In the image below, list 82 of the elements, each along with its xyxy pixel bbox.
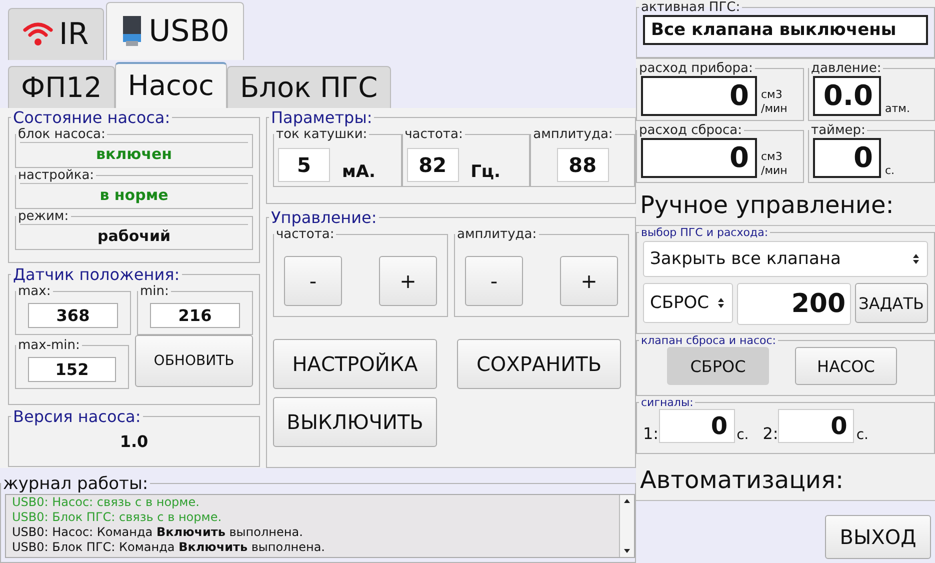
exit-button[interactable]: ВЫХОД	[825, 515, 931, 559]
section-title: Состояние насоса:	[12, 108, 172, 127]
target-dropdown[interactable]: СБРОС	[643, 283, 733, 323]
value-field: 216	[150, 302, 240, 328]
section-title: Ручное управление:	[636, 185, 935, 226]
toggle-button[interactable]: СБРОС	[667, 347, 769, 385]
reading-field: 0	[641, 76, 757, 116]
field-label: клапан сброса и насос:	[640, 334, 777, 347]
unit-label: с.	[885, 164, 896, 178]
status-value: рабочий	[20, 224, 248, 247]
field-label: ток катушки:	[275, 126, 368, 142]
value-field: 82	[406, 148, 459, 182]
status-value: в норме	[20, 182, 248, 206]
flow-input[interactable]: 200	[737, 283, 851, 325]
action-button[interactable]: НАСТРОЙКА	[273, 338, 437, 389]
unit-label: см3 /мин	[761, 150, 788, 178]
action-button[interactable]: СОХРАНИТЬ	[457, 338, 621, 389]
scrollbar[interactable]	[619, 494, 634, 557]
field-label: max:	[17, 284, 52, 299]
field-label: таймер:	[810, 123, 866, 138]
field-label: расход сброса:	[638, 123, 743, 138]
field-label: сигналы:	[640, 396, 694, 409]
field-label: выбор ПГС и расхода:	[640, 226, 770, 239]
field-label: настройка:	[17, 168, 96, 183]
unit-label: атм.	[885, 102, 911, 116]
wifi-icon	[23, 21, 53, 48]
log-line: USB0: Насос: связь с в норме.	[11, 494, 200, 510]
increase-button[interactable]: +	[379, 256, 437, 306]
active-gas-field: Все клапана выключены	[643, 15, 928, 45]
reading-field: 0.0	[813, 76, 881, 116]
value-field: 152	[28, 356, 116, 382]
increase-button[interactable]: +	[560, 256, 618, 306]
section-title: Параметры:	[270, 108, 374, 127]
field-label: давление:	[810, 61, 882, 76]
field-label: расход прибора:	[638, 61, 754, 76]
section-title: Версия насоса:	[12, 406, 142, 426]
reading-field: 0	[813, 138, 881, 178]
section-title: журнал работы:	[2, 474, 150, 494]
reading-field: 0	[641, 138, 757, 178]
device-tab[interactable]: USB0	[106, 2, 244, 60]
field-label: min:	[139, 284, 170, 299]
decrease-button[interactable]: -	[465, 256, 523, 306]
signal-field[interactable]: 0	[658, 409, 735, 443]
unit-label: см3 /мин	[761, 88, 788, 116]
section-title: Управление:	[270, 208, 378, 227]
tab[interactable]: Блок ПГС	[226, 66, 391, 108]
unit-label: мА.	[342, 162, 376, 182]
usb-stick-icon	[120, 16, 143, 46]
unit-label: с.	[736, 427, 749, 443]
field-label: активная ПГС:	[640, 0, 742, 15]
update-button[interactable]: ОБНОВИТЬ	[135, 334, 253, 387]
status-value: включен	[20, 142, 248, 165]
tab[interactable]: ФП12	[8, 66, 115, 108]
field-label: частота:	[275, 226, 336, 242]
set-button[interactable]: ЗАДАТЬ	[854, 283, 928, 323]
gas-dropdown[interactable]: Закрыть все клапана	[643, 241, 928, 277]
tab[interactable]: Насос	[114, 62, 227, 108]
field-label: блок насоса:	[17, 126, 106, 142]
value-field: 88	[556, 148, 609, 182]
field-label: амплитуда:	[532, 126, 614, 142]
value-field: 368	[28, 302, 118, 328]
log-line: USB0: Насос: Команда Включить выполнена.	[11, 524, 304, 540]
spinner-arrows-icon	[716, 296, 726, 310]
device-tab[interactable]: IR	[8, 8, 104, 60]
value-field: 5	[278, 148, 330, 182]
version-value: 1.0	[118, 430, 150, 453]
signal-index: 1:	[643, 424, 659, 443]
action-button[interactable]: ВЫКЛЮЧИТЬ	[273, 396, 437, 447]
unit-label: с.	[856, 427, 868, 443]
decrease-button[interactable]: -	[284, 256, 342, 306]
field-label: режим:	[17, 208, 70, 224]
unit-label: Гц.	[470, 162, 500, 182]
signal-index: 2:	[762, 424, 778, 443]
toggle-button[interactable]: НАСОС	[795, 347, 897, 385]
field-label: частота:	[404, 126, 464, 142]
log-line: USB0: Блок ПГС: Команда Включить выполнена.	[11, 540, 326, 555]
section-title: Датчик положения:	[12, 264, 181, 284]
field-label: max-min:	[17, 338, 81, 353]
spinner-arrows-icon	[911, 252, 921, 266]
signal-field[interactable]: 0	[778, 409, 854, 443]
field-label: амплитуда:	[456, 226, 538, 242]
log-line: USB0: Блок ПГС: связь с в норме.	[11, 510, 223, 525]
